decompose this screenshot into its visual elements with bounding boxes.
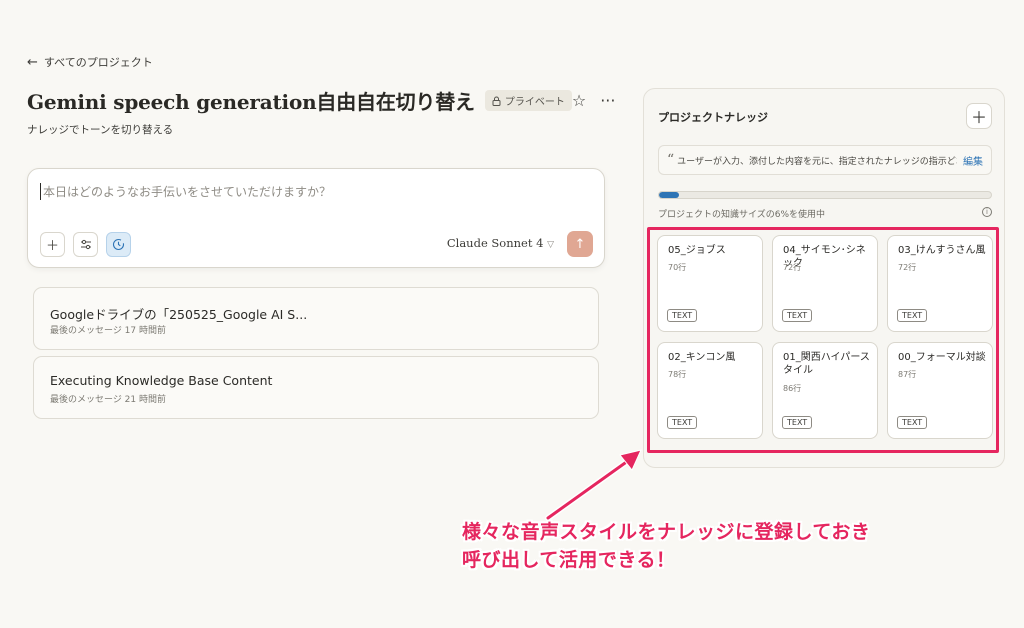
privacy-badge: プライベート	[484, 90, 572, 111]
quote-icon: “	[667, 152, 675, 168]
arrow-left-icon: ←	[27, 54, 38, 70]
file-name: 05_ジョブス	[668, 245, 726, 256]
file-name: 01_関西ハイパースタイル	[783, 352, 870, 376]
sliders-icon	[80, 239, 91, 250]
knowledge-file-card[interactable]: 02_キンコン風 78行 TEXT	[657, 342, 763, 439]
extended-thinking-button[interactable]	[106, 232, 131, 257]
edit-instructions-link[interactable]: 編集	[963, 153, 983, 168]
more-options-icon[interactable]: ···	[600, 91, 615, 110]
file-name: 03_けんすうさん風	[898, 245, 986, 256]
knowledge-file-card[interactable]: 00_フォーマル対談 87行 TEXT	[887, 342, 993, 439]
file-line-count: 70行	[668, 263, 687, 272]
file-type-badge: TEXT	[667, 416, 698, 429]
add-knowledge-button[interactable]: ＋	[966, 103, 992, 129]
message-composer[interactable]: 本日はどのようなお手伝いをさせていただけますか？ ＋ Claude Sonnet…	[27, 168, 605, 268]
chat-list-item[interactable]: Executing Knowledge Base Content 最後のメッセー…	[33, 356, 599, 419]
knowledge-usage-fill	[659, 192, 679, 198]
project-instructions[interactable]: “ ユーザーが入力、添付した内容を元に、指定されたナレッジの指示どおり出力...…	[658, 145, 992, 175]
file-line-count: 72行	[783, 263, 802, 272]
arrow-up-icon: ↑	[574, 236, 586, 252]
star-icon[interactable]: ☆	[572, 91, 586, 110]
chevron-down-icon: ▽	[547, 240, 554, 250]
chat-last-message-time: 最後のメッセージ 17 時間前	[50, 326, 166, 336]
file-name: 00_フォーマル対談	[898, 352, 986, 363]
knowledge-file-card[interactable]: 04_サイモン･シネック 72行 TEXT	[772, 235, 878, 332]
knowledge-file-card[interactable]: 05_ジョブス 70行 TEXT	[657, 235, 763, 332]
file-type-badge: TEXT	[667, 309, 698, 322]
chat-title: Executing Knowledge Base Content	[50, 373, 273, 388]
message-input[interactable]: 本日はどのようなお手伝いをさせていただけますか？	[40, 183, 331, 200]
clock-icon	[112, 238, 125, 251]
file-line-count: 87行	[898, 370, 917, 379]
file-line-count: 86行	[783, 384, 802, 393]
back-to-projects-link[interactable]: ← すべてのプロジェクト	[27, 54, 153, 70]
knowledge-file-card[interactable]: 03_けんすうさん風 72行 TEXT	[887, 235, 993, 332]
add-attachment-button[interactable]: ＋	[40, 232, 65, 257]
annotation-caption: 様々な音声スタイルをナレッジに登録しておき 呼び出して活用できる！	[462, 518, 870, 574]
chat-title: Googleドライブの「250525_Google AI S...	[50, 307, 308, 322]
knowledge-title: プロジェクトナレッジ	[658, 111, 768, 124]
file-type-badge: TEXT	[897, 309, 928, 322]
annotation-line-2: 呼び出して活用できる！	[462, 549, 676, 571]
file-type-badge: TEXT	[782, 416, 813, 429]
knowledge-file-card[interactable]: 01_関西ハイパースタイル 86行 TEXT	[772, 342, 878, 439]
chat-last-message-time: 最後のメッセージ 21 時間前	[50, 395, 166, 405]
plus-icon: ＋	[970, 108, 987, 127]
info-icon[interactable]: i	[982, 207, 992, 217]
model-selector[interactable]: Claude Sonnet 4 ▽	[447, 236, 554, 250]
file-type-badge: TEXT	[782, 309, 813, 322]
file-line-count: 72行	[898, 263, 917, 272]
file-line-count: 78行	[668, 370, 687, 379]
project-header: Gemini speech generation自由自在切り替え プライベート …	[27, 86, 615, 115]
file-name: 02_キンコン風	[668, 352, 736, 363]
model-name: Claude Sonnet 4	[446, 236, 544, 250]
send-button[interactable]: ↑	[567, 231, 593, 257]
page-title: Gemini speech generation自由自在切り替え	[27, 90, 475, 114]
project-description: ナレッジでトーンを切り替える	[27, 124, 174, 136]
knowledge-usage-text: プロジェクトの知識サイズの6%を使用中	[658, 210, 826, 220]
file-type-badge: TEXT	[897, 416, 928, 429]
privacy-badge-label: プライベート	[504, 97, 565, 108]
knowledge-usage-bar	[658, 191, 992, 199]
project-knowledge-panel: プロジェクトナレッジ ＋ “ ユーザーが入力、添付した内容を元に、指定されたナレ…	[643, 88, 1005, 468]
back-link-label: すべてのプロジェクト	[43, 56, 153, 69]
lock-icon	[492, 96, 501, 106]
instruction-text: ユーザーが入力、添付した内容を元に、指定されたナレッジの指示どおり出力...	[677, 156, 957, 167]
plus-icon: ＋	[45, 239, 59, 254]
annotation-line-1: 様々な音声スタイルをナレッジに登録しておき	[462, 521, 871, 543]
tools-button[interactable]	[73, 232, 98, 257]
chat-list-item[interactable]: Googleドライブの「250525_Google AI S... 最後のメッセ…	[33, 287, 599, 350]
